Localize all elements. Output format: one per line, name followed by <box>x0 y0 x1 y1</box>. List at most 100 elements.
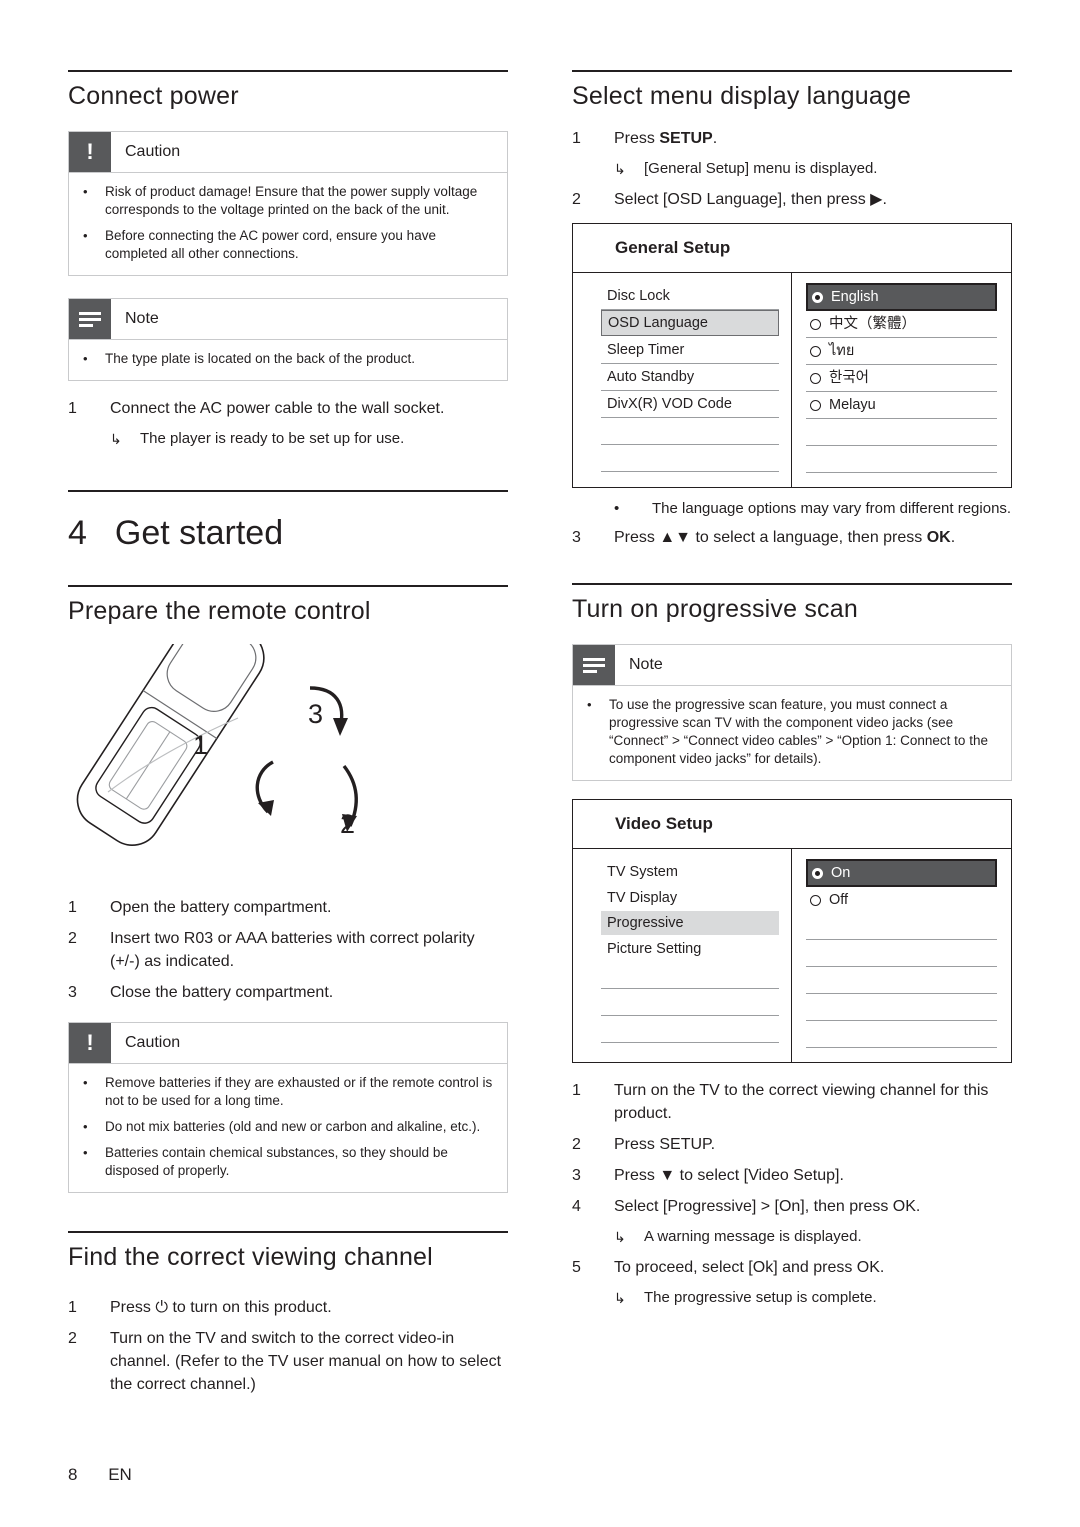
osd-option-blank <box>806 1021 997 1048</box>
osd-item-sleep-timer[interactable]: Sleep Timer <box>601 337 779 364</box>
bullet-text: Do not mix batteries (old and new or car… <box>105 1119 481 1134</box>
list-item: 2 Insert two R03 or AAA batteries with c… <box>68 927 508 973</box>
osd-item-osd-language[interactable]: OSD Language <box>601 310 779 336</box>
osd-option-label: 한국어 <box>829 370 870 386</box>
section-title-find-channel: Find the correct viewing channel <box>68 1231 508 1286</box>
osd-title: General Setup <box>573 224 1011 273</box>
steps-remote: 1 Open the battery compartment. 2 Insert… <box>68 896 508 1004</box>
osd-general-setup: General Setup Disc Lock OSD Language Sle… <box>572 223 1012 488</box>
sub-step-text: A warning message is displayed. <box>644 1228 862 1245</box>
list-item: • Risk of product damage! Ensure that th… <box>83 183 493 219</box>
osd-option-on[interactable]: On <box>806 859 997 887</box>
osd-option-blank <box>806 994 997 1021</box>
callout-2: 2 <box>340 809 356 839</box>
step-number: 3 <box>572 529 581 546</box>
list-item: 1 Connect the AC power cable to the wall… <box>68 397 508 420</box>
osd-item-blank <box>601 445 779 472</box>
osd-item-tv-display[interactable]: TV Display <box>601 885 779 911</box>
step-text: Turn on the TV and switch to the correct… <box>110 1330 502 1393</box>
osd-body: TV System TV Display Progressive Picture… <box>573 849 1011 1062</box>
step-number: 1 <box>68 899 77 916</box>
osd-option-chinese[interactable]: 中文（繁體） <box>806 311 997 338</box>
list-item: 2 Select [OSD Language], then press ▶. <box>572 188 1012 211</box>
bullet-dot: • <box>614 500 620 517</box>
bullet-dot: • <box>83 1145 88 1160</box>
bullet-dot: • <box>83 228 88 243</box>
osd-item-picture-setting[interactable]: Picture Setting <box>601 936 779 962</box>
step-text-pre: Press ▲▼ to select a language, then pres… <box>614 529 927 546</box>
note-label: Note <box>125 310 159 327</box>
osd-item-divx-vod-code[interactable]: DivX(R) VOD Code <box>601 391 779 418</box>
osd-item-progressive[interactable]: Progressive <box>601 911 779 935</box>
caution-header: ! Caution <box>69 1023 507 1064</box>
bullet-text: The type plate is located on the back of… <box>105 351 415 366</box>
osd-item-auto-standby[interactable]: Auto Standby <box>601 364 779 391</box>
list-item: 3 Press ▼ to select [Video Setup]. <box>572 1164 1012 1187</box>
osd-title: Video Setup <box>573 800 1011 849</box>
osd-option-label: ไทย <box>829 343 855 359</box>
step-text: Press ⏻ to turn on this product. <box>110 1299 332 1316</box>
step-number: 1 <box>572 130 581 147</box>
arrow-icon: ↳ <box>614 161 626 177</box>
page-number: 8 <box>68 1465 78 1484</box>
list-item: 1 Press ⏻ to turn on this product. <box>68 1296 508 1319</box>
step-text: Select [OSD Language], then press ▶. <box>614 191 887 208</box>
bullet-dot: • <box>83 1075 88 1090</box>
step-text: Press ▼ to select [Video Setup]. <box>614 1167 844 1184</box>
osd-option-thai[interactable]: ไทย <box>806 338 997 365</box>
osd-option-blank <box>806 913 997 940</box>
remote-diagram-svg <box>76 611 358 846</box>
osd-video-setup: Video Setup TV System TV Display Progres… <box>572 799 1012 1063</box>
osd-option-english[interactable]: English <box>806 283 997 311</box>
page-footer: 8 EN <box>68 1465 132 1485</box>
osd-option-korean[interactable]: 한국어 <box>806 365 997 392</box>
note-body: • The type plate is located on the back … <box>69 340 507 380</box>
step-text: Press SETUP. <box>614 127 1012 150</box>
list-item: • To use the progressive scan feature, y… <box>587 696 997 768</box>
list-item: 1 Open the battery compartment. <box>68 896 508 919</box>
step-text: Open the battery compartment. <box>110 899 332 916</box>
keyword-ok: OK <box>926 529 951 546</box>
right-column: Select menu display language 1 Press SET… <box>572 70 1012 1317</box>
steps-progressive: 1 Turn on the TV to the correct viewing … <box>572 1079 1012 1309</box>
step-number: 3 <box>572 1167 581 1184</box>
step-number: 2 <box>572 1136 581 1153</box>
caution-label: Caution <box>125 1034 181 1051</box>
list-item: 3 Close the battery compartment. <box>68 981 508 1004</box>
step-text: Connect the AC power cable to the wall s… <box>110 400 445 417</box>
steps-connect-power: 1 Connect the AC power cable to the wall… <box>68 397 508 450</box>
section-title-remote: Prepare the remote control <box>68 585 508 640</box>
osd-menu-list: TV System TV Display Progressive Picture… <box>573 849 792 1062</box>
radio-icon <box>810 345 821 357</box>
step-text-post: . <box>712 130 718 147</box>
sub-step-text: The progressive setup is complete. <box>644 1289 877 1306</box>
step-text: Select [Progressive] > [On], then press … <box>614 1198 921 1215</box>
list-item: • Remove batteries if they are exhausted… <box>83 1074 493 1110</box>
bullet-dot: • <box>83 1119 88 1134</box>
osd-option-off[interactable]: Off <box>806 887 997 913</box>
list-item: 3 Press ▲▼ to select a language, then pr… <box>572 526 1012 549</box>
list-item: • Batteries contain chemical substances,… <box>83 1144 493 1180</box>
chapter-number: 4 <box>68 514 87 552</box>
note-label: Note <box>629 656 663 673</box>
list-item: • Before connecting the AC power cord, e… <box>83 227 493 263</box>
section-title-progressive: Turn on progressive scan <box>572 583 1012 638</box>
sub-step: ↳ The progressive setup is complete. <box>614 1287 1012 1309</box>
step-text: Press ▲▼ to select a language, then pres… <box>614 526 1012 549</box>
caution-icon: ! <box>69 132 111 172</box>
chapter-title: Get started <box>114 514 284 552</box>
bullet-dot: • <box>587 697 592 712</box>
remote-control-illustration: 1 2 3 <box>68 611 508 874</box>
osd-option-melayu[interactable]: Melayu <box>806 392 997 419</box>
radio-icon <box>810 399 821 411</box>
radio-icon <box>810 894 821 906</box>
note-icon <box>573 645 615 685</box>
step-number: 1 <box>572 1082 581 1099</box>
osd-item-blank <box>601 962 779 989</box>
osd-item-tv-system[interactable]: TV System <box>601 859 779 885</box>
osd-item-disc-lock[interactable]: Disc Lock <box>601 283 779 310</box>
list-item: 2 Press SETUP. <box>572 1133 1012 1156</box>
arrow-icon: ↳ <box>614 1290 626 1306</box>
steps-find-channel: 1 Press ⏻ to turn on this product. 2 Tur… <box>68 1296 508 1396</box>
list-item: 1 Press SETUP. <box>572 127 1012 150</box>
